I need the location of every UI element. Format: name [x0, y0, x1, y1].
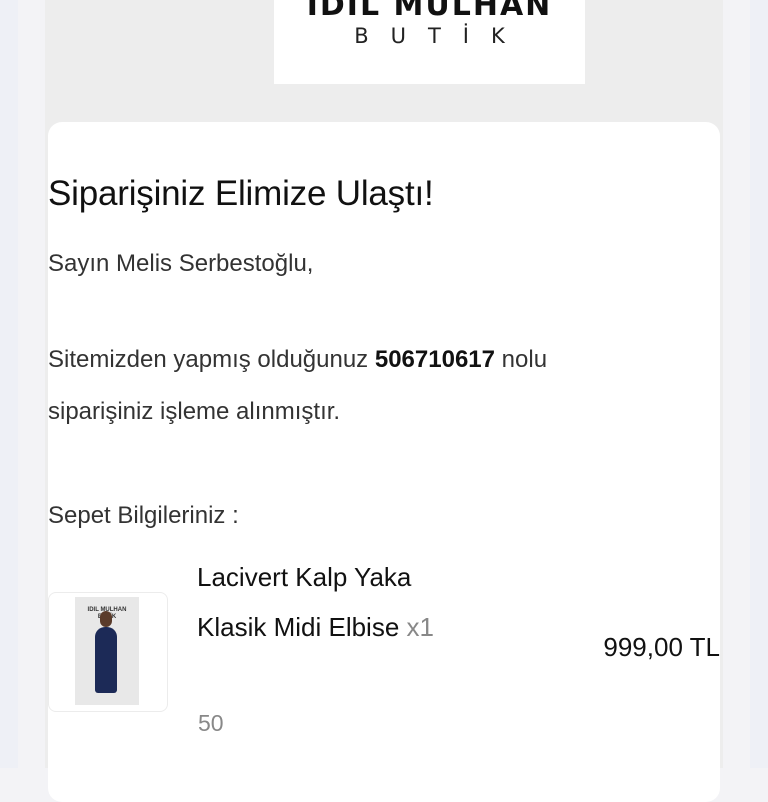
product-variant: 50	[198, 710, 224, 736]
message-prefix: Sitemizden yapmış olduğunuz	[48, 346, 369, 373]
logo-subtitle: BUTİK	[354, 24, 527, 48]
product-name-text: Lacivert Kalp Yaka Klasik Midi Elbise	[197, 562, 412, 642]
page-title: Siparişiniz Elimize Ulaştı!	[48, 174, 434, 213]
greeting-text: Sayın Melis Serbestoğlu,	[48, 250, 314, 277]
product-quantity: x1	[406, 612, 434, 642]
dress-figure	[95, 627, 117, 693]
product-thumbnail[interactable]: IDIL MULHAN BUTİK	[48, 592, 168, 712]
product-name[interactable]: Lacivert Kalp Yaka Klasik Midi Elbise x1	[197, 552, 457, 652]
cart-label: Sepet Bilgileriniz :	[48, 502, 239, 529]
screen-edge-left	[0, 0, 18, 768]
brand-logo: IDIL MULHAN BUTİK	[274, 0, 585, 84]
order-message: Sitemizden yapmış olduğunuz 506710617 no…	[48, 346, 547, 374]
product-price: 999,00 TL	[603, 632, 720, 662]
logo-title: IDIL MULHAN	[306, 0, 553, 23]
model-head	[100, 611, 112, 627]
screen-edge-right	[750, 0, 768, 768]
message-suffix: nolu	[501, 346, 548, 373]
order-card: Siparişiniz Elimize Ulaştı! Sayın Melis …	[48, 122, 720, 802]
order-number[interactable]: 506710617	[375, 346, 495, 373]
order-message-line2: siparişiniz işleme alınmıştır.	[48, 398, 341, 425]
product-photo: IDIL MULHAN BUTİK	[75, 597, 139, 705]
